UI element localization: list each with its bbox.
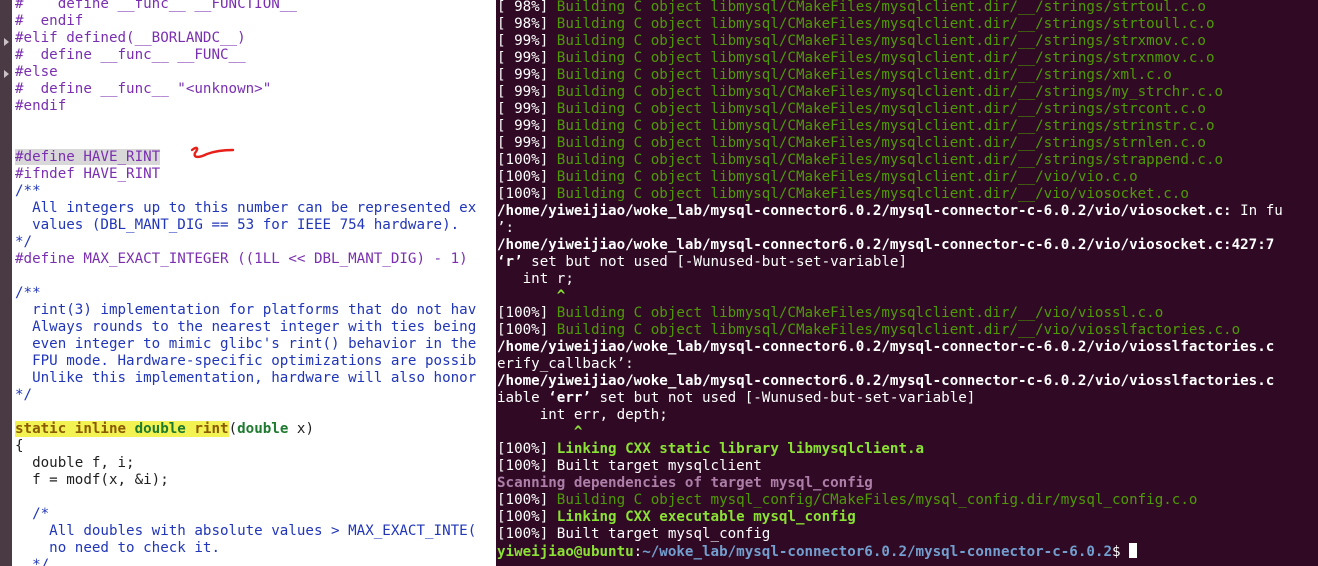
build-line: [100%] Building C object libmysql/CMakeF… [497, 186, 1189, 202]
code-line: Unlike this implementation, hardware wil… [15, 370, 477, 386]
code-line: #elif defined(__BORLANDC__) [15, 30, 246, 46]
build-line: [100%] Building C object libmysql/CMakeF… [497, 322, 1241, 338]
code-line-define-have-rint: #define HAVE_RINT [15, 149, 161, 165]
build-line: [ 99%] Building C object libmysql/CMakeF… [497, 50, 1215, 66]
code-line: double f, i; [15, 455, 135, 471]
warning-path-line: /home/yiweijiao/woke_lab/mysql-connector… [497, 237, 1275, 253]
code-line: Always rounds to the nearest integer wit… [15, 319, 477, 335]
build-line: [100%] Building C object libmysql/CMakeF… [497, 169, 1138, 185]
code-line: # define __func__ __FUNCTION__ [15, 0, 297, 12]
scanning-line: Scanning dependencies of target mysql_co… [497, 475, 873, 491]
code-line: */ [15, 387, 33, 403]
build-line: [ 99%] Building C object libmysql/CMakeF… [497, 101, 1206, 117]
code-token: double [237, 421, 289, 437]
code-line-rint-signature: static inline double rint(double x) [15, 421, 314, 438]
code-line: /** [15, 285, 41, 301]
code-token: rint [185, 421, 229, 437]
code-line: { [15, 438, 24, 454]
code-excerpt-line: int err, depth; [497, 407, 668, 423]
code-line: #endif [15, 98, 67, 114]
code-line: All integers up to this number can be re… [15, 200, 477, 216]
warning-line: erify_callback’: [497, 356, 634, 372]
code-token: ( [228, 421, 238, 437]
code-line: #ifndef HAVE_RINT [15, 166, 161, 182]
link-line: [100%] Linking CXX static library libmys… [497, 441, 925, 457]
code-line: # define __func__ "<unknown>" [15, 81, 272, 97]
code-line: */ [15, 234, 33, 250]
code-token: x) [288, 421, 314, 437]
code-line: f = modf(x, &i); [15, 472, 169, 488]
link-line: [100%] Linking CXX executable mysql_conf… [497, 509, 856, 525]
code-line: values (DBL_MANT_DIG == 53 for IEEE 754 … [15, 217, 460, 233]
build-line: [100%] Building C object libmysql/CMakeF… [497, 152, 1224, 168]
build-line: [ 99%] Building C object libmysql/CMakeF… [497, 118, 1215, 134]
code-line: # define __func__ __FUNC__ [15, 47, 246, 63]
launcher-arrow-icon [4, 38, 9, 46]
build-line: [ 98%] Building C object libmysql/CMakeF… [497, 0, 1206, 15]
code-editor[interactable]: # define __func__ __FUNCTION__ # endif #… [12, 0, 496, 566]
code-line: FPU mode. Hardware-specific optimization… [15, 353, 477, 369]
launcher-sidebar [0, 0, 12, 566]
terminal-cursor [1129, 543, 1138, 558]
built-target-line: [100%] Built target mysqlclient [497, 458, 762, 474]
code-token: double [134, 421, 186, 437]
code-line: rint(3) implementation for platforms tha… [15, 302, 477, 318]
warning-line: ’: [497, 220, 515, 236]
code-line: /** [15, 183, 41, 199]
code-line: /* [15, 506, 50, 522]
warning-path-line: /home/yiweijiao/woke_lab/mysql-connector… [497, 373, 1275, 389]
code-line: #else [15, 64, 58, 80]
build-line: [100%] Building C object mysql_config/CM… [497, 492, 1198, 508]
build-line: [ 99%] Building C object libmysql/CMakeF… [497, 33, 1206, 49]
red-annotation-mark [190, 146, 235, 159]
build-line: [100%] Building C object libmysql/CMakeF… [497, 305, 1164, 321]
build-line: [ 99%] Building C object libmysql/CMakeF… [497, 135, 1206, 151]
caret-line: ^ [556, 288, 566, 304]
build-line: [ 99%] Building C object libmysql/CMakeF… [497, 84, 1224, 100]
warning-path-line: /home/yiweijiao/woke_lab/mysql-connector… [497, 203, 1283, 219]
terminal-window[interactable]: [ 98%] Building C object libmysql/CMakeF… [496, 0, 1318, 566]
code-excerpt-line: int r; [497, 271, 574, 287]
warning-path-line: /home/yiweijiao/woke_lab/mysql-connector… [497, 339, 1275, 355]
warning-message-line: iable ‘err’ set but not used [-Wunused-b… [497, 390, 976, 406]
build-line: [ 98%] Building C object libmysql/CMakeF… [497, 16, 1215, 32]
code-line: */ [15, 557, 50, 566]
code-line: All doubles with absolute values > MAX_E… [15, 523, 477, 539]
code-line: #define MAX_EXACT_INTEGER ((1LL << DBL_M… [15, 251, 468, 267]
warning-message-line: ‘r’ set but not used [-Wunused-but-set-v… [497, 254, 907, 270]
code-line: even integer to mimic glibc's rint() beh… [15, 336, 477, 352]
code-line: # endif [15, 13, 84, 29]
build-line: [ 99%] Building C object libmysql/CMakeF… [497, 67, 1172, 83]
caret-line: ^ [573, 424, 583, 440]
built-target-line: [100%] Built target mysql_config [497, 526, 771, 542]
code-line: no need to check it. [15, 540, 220, 556]
shell-prompt[interactable]: yiweijiao@ubuntu:~/woke_lab/mysql-connec… [497, 543, 1138, 560]
launcher-arrow-icon [4, 70, 9, 78]
code-token: static inline [15, 421, 135, 437]
